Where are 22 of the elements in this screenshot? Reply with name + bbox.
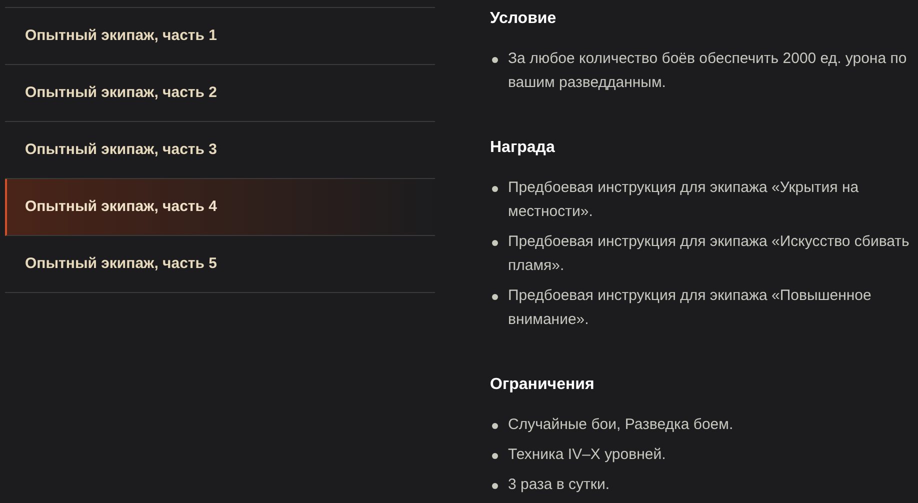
mission-tab[interactable]: Опытный экипаж, часть 1	[5, 8, 435, 65]
section-heading: Условие	[490, 9, 558, 29]
list-item-text: Предбоевая инструкция для экипажа «Укрытия на местности».	[508, 178, 860, 222]
bullet-icon	[492, 423, 498, 429]
list-item-text: 3 раза в сутки.	[508, 475, 610, 495]
list-item-text: Случайные бои, Разведка боем.	[508, 415, 734, 435]
mission-tab[interactable]: Опытный экипаж, часть 3	[5, 122, 435, 179]
list-item-text: Предбоевая инструкция для экипажа «Повышенное внимание».	[508, 286, 872, 330]
section-heading: Ограничения	[490, 375, 596, 395]
mission-tab[interactable]: Опытный экипаж, часть 4	[5, 179, 435, 236]
bullet-icon	[492, 483, 498, 489]
list-item-text: Предбоевая инструкция для экипажа «Искусство сбивать пламя».	[508, 232, 910, 276]
list-item-text: За любое количество боёв обеспечить 2000 ед. урона по вашим разведданным.	[508, 49, 908, 93]
bullet-icon	[492, 294, 498, 300]
bullet-icon	[492, 186, 498, 192]
mission-tab[interactable]: Опытный экипаж, часть 2	[5, 65, 435, 122]
section-heading: Награда	[490, 138, 556, 158]
bullet-icon	[492, 57, 498, 63]
list-item-text: Техника IV–X уровней.	[508, 445, 666, 465]
bullet-icon	[492, 240, 498, 246]
mission-tab[interactable]: Опытный экипаж, часть 5	[5, 236, 435, 293]
bullet-icon	[492, 453, 498, 459]
